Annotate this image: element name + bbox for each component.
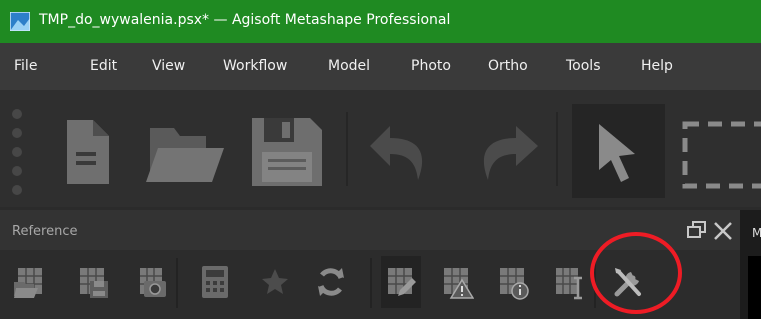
view-source-icon (556, 268, 582, 300)
update-button[interactable] (314, 264, 348, 300)
view-source-button[interactable] (552, 264, 586, 300)
main-toolbar (0, 90, 761, 207)
toolbar-grip-dot (12, 147, 22, 157)
toolbar-grip-dot (12, 185, 22, 195)
restore-window-icon (687, 221, 706, 238)
favorite-button[interactable] (258, 264, 292, 300)
view-errors-button[interactable] (440, 264, 474, 300)
menu-ortho[interactable]: Ortho (488, 43, 528, 90)
open-button[interactable] (142, 104, 224, 194)
adjacent-panel-label: M (752, 226, 761, 240)
adjacent-panel-strip: M (740, 210, 761, 319)
toolbar-separator (346, 112, 348, 186)
menu-model[interactable]: Model (328, 43, 370, 90)
edit-reference-icon (388, 268, 416, 296)
menu-workflow[interactable]: Workflow (223, 43, 287, 90)
window-title: TMP_do_wywalenia.psx* — Agisoft Metashap… (39, 12, 451, 28)
export-reference-icon (80, 268, 108, 298)
undo-icon (370, 126, 423, 180)
panel-title: Reference (12, 224, 78, 239)
viewport-edge (748, 256, 761, 319)
export-reference-button[interactable] (76, 264, 110, 300)
toolbar-separator (370, 258, 372, 308)
navigation-tool-button[interactable] (585, 104, 645, 194)
menu-bar: File Edit View Workflow Model Photo Orth… (0, 43, 761, 90)
view-estimated-button[interactable] (496, 264, 530, 300)
toolbar-grip-dot (12, 109, 22, 119)
convert-reference-button[interactable] (134, 264, 168, 300)
open-folder-icon (146, 128, 224, 182)
toolbar-grip-dot (12, 166, 22, 176)
rectangle-selection-icon (682, 121, 761, 189)
menu-tools[interactable]: Tools (566, 43, 601, 90)
import-reference-icon (14, 268, 42, 298)
redo-button[interactable] (470, 104, 546, 194)
toolbar-separator (176, 258, 178, 308)
menu-help[interactable]: Help (641, 43, 673, 90)
calculator-button[interactable] (198, 264, 232, 300)
menu-file[interactable]: File (14, 43, 37, 90)
new-document-button[interactable] (58, 104, 118, 194)
highlight-circle-annotation (590, 232, 682, 314)
close-panel-button[interactable] (712, 220, 734, 246)
view-errors-icon (444, 268, 474, 299)
star-icon (262, 269, 288, 294)
float-panel-button[interactable] (686, 220, 708, 244)
edit-reference-button[interactable] (384, 264, 418, 300)
calculator-icon (202, 266, 228, 298)
menu-view[interactable]: View (152, 43, 185, 90)
toolbar-grip-dot (12, 128, 22, 138)
close-icon (714, 222, 732, 240)
redo-icon (483, 126, 538, 180)
navigation-arrow-icon (599, 124, 635, 182)
save-button[interactable] (246, 104, 326, 194)
title-bar: TMP_do_wywalenia.psx* — Agisoft Metashap… (0, 0, 761, 43)
rectangle-selection-button[interactable] (680, 104, 761, 194)
view-estimated-icon (500, 268, 529, 300)
menu-edit[interactable]: Edit (90, 43, 117, 90)
update-icon (318, 268, 344, 296)
menu-photo[interactable]: Photo (411, 43, 451, 90)
convert-reference-icon (140, 268, 166, 297)
undo-button[interactable] (362, 104, 436, 194)
toolbar-separator (556, 112, 558, 186)
save-icon (252, 118, 322, 186)
new-document-icon (67, 120, 109, 184)
import-reference-button[interactable] (12, 264, 46, 300)
metashape-app-icon (10, 12, 30, 31)
